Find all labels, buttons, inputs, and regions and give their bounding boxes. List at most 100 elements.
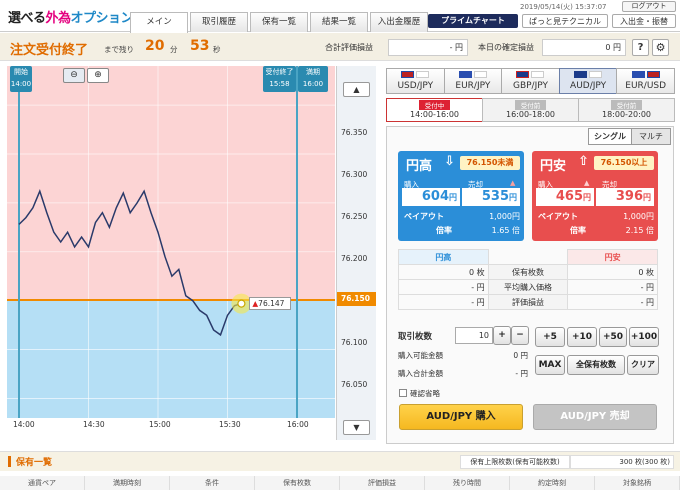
avail-label: 購入可能金額 (398, 351, 443, 360)
high-sell-price[interactable]: 535円 (462, 188, 520, 206)
single-mode-tab[interactable]: シングル (588, 128, 632, 145)
clear-button[interactable]: クリア (627, 355, 659, 375)
main-tabs: メイン 取引履歴 保有一覧 結果一覧 入出金履歴 (130, 12, 430, 33)
sell-button[interactable]: AUD/JPY 売却 (533, 404, 657, 430)
tab-holdings[interactable]: 保有一覧 (250, 12, 308, 32)
y-tick-label: 76.100 (341, 338, 368, 347)
col-header: 満期時刻 (85, 476, 170, 490)
logout-button[interactable]: ログアウト (622, 1, 676, 12)
logo-part1: 選べる (8, 11, 46, 26)
low-sell-unit: 円 (643, 193, 651, 202)
confirmed-label: 本日の確定損益 (478, 43, 534, 52)
holdings-title: 保有一覧 (16, 458, 53, 468)
add-5-button[interactable]: +5 (535, 327, 565, 347)
col-header: 通貨ペア (0, 476, 85, 490)
col-header: 条件 (170, 476, 255, 490)
all-holdings-button[interactable]: 全保有枚数 (567, 355, 625, 375)
tab-deposit-history[interactable]: 入出金履歴 (370, 12, 428, 32)
pos-cell: - 円 (398, 294, 489, 310)
col-header: 評価損益 (340, 476, 425, 490)
tab-results[interactable]: 結果一覧 (310, 12, 368, 32)
flag-jp-icon (531, 71, 545, 78)
high-buy-value: 604 (421, 189, 449, 204)
buy-button[interactable]: AUD/JPY 購入 (399, 404, 523, 430)
pos-cell: - 円 (567, 279, 658, 295)
zoom-in-button[interactable]: ⊕ (87, 68, 109, 83)
flag-jp-icon (473, 71, 487, 78)
add-50-button[interactable]: +50 (599, 327, 627, 347)
pair-eurjpy[interactable]: EUR/JPY (443, 68, 503, 94)
qty-input[interactable]: 10 (455, 327, 493, 344)
slot-3[interactable]: 受付前 18:00-20:00 (578, 98, 675, 122)
low-mult: 2.15 倍 (625, 226, 654, 235)
order-end-label: 受付終了 (265, 68, 294, 76)
zoom-in-icon: ⊕ (94, 70, 102, 80)
pair-audjpy[interactable]: AUD/JPY (558, 68, 618, 94)
high-condition: 76.150未満 (460, 156, 520, 170)
logout-label: ログアウト (631, 2, 667, 10)
minutes-unit: 分 (170, 45, 178, 54)
slot-time: 14:00-16:00 (410, 110, 459, 119)
yen-low-panel[interactable]: 円安 ⇧ 76.150以上 購入 ▲ 売却 465円 396円 ペイアウト 1,… (532, 151, 658, 241)
qty-plus-button[interactable]: + (493, 326, 511, 345)
pair-gbpjpy[interactable]: GBP/JPY (501, 68, 560, 94)
add-10-button[interactable]: +10 (567, 327, 597, 347)
low-buy-up-icon: ▲ (584, 179, 590, 187)
pair-label: EUR/JPY (455, 81, 491, 91)
remaining-minutes: 20 (145, 38, 165, 54)
tab-history[interactable]: 取引履歴 (190, 12, 248, 32)
holding-limit-value: 300 枚(300 枚) (570, 455, 674, 469)
status-bar: 注文受付終了 まで残り 20 分 53 秒 合計評価損益 - 円 本日の確定損益… (0, 33, 680, 61)
low-condition: 76.150以上 (594, 156, 654, 170)
high-zone (7, 66, 335, 300)
scroll-up-button[interactable]: ▲ (343, 82, 370, 97)
help-button[interactable]: ? (632, 39, 649, 56)
tab-main[interactable]: メイン (130, 12, 188, 33)
slot-status: 受付前 (514, 100, 547, 110)
prime-chart-button[interactable]: プライムチャート (428, 14, 518, 28)
confirm-skip-checkbox[interactable] (399, 389, 407, 397)
max-button[interactable]: MAX (535, 355, 565, 375)
high-sell-up-icon: ▲ (510, 179, 516, 187)
pos-row-label: 保有枚数 (487, 264, 569, 280)
table-row: - 円 評価損益 - 円 (398, 294, 658, 310)
pos-high-header: 円高 (398, 249, 489, 265)
pair-eurusd[interactable]: EUR/USD (616, 68, 675, 94)
expiry-time: 16:00 (302, 80, 324, 88)
technical-button[interactable]: ぱっと見テクニカル (522, 14, 608, 28)
holdings-table-header: 通貨ペア 満期時刻 条件 保有枚数 評価損益 残り時間 約定時刻 対象銘柄 (0, 476, 680, 490)
slot-time: 18:00-20:00 (602, 110, 651, 119)
pos-cell: 0 枚 (567, 264, 658, 280)
valuation-label: 合計評価損益 (325, 43, 373, 52)
low-sell-price[interactable]: 396円 (596, 188, 654, 206)
deposit-button[interactable]: 入出金・振替 (612, 14, 676, 28)
multi-mode-tab[interactable]: マルチ (631, 128, 671, 145)
zoom-out-button[interactable]: ⊖ (63, 68, 85, 83)
scroll-down-button[interactable]: ▼ (343, 420, 370, 435)
remaining-label: まで残り (104, 45, 134, 54)
pos-cell: - 円 (398, 279, 489, 295)
flag-us-icon (401, 71, 415, 78)
pair-usdjpy[interactable]: USD/JPY (386, 68, 445, 94)
flag-au-icon (574, 71, 588, 78)
pair-label: AUD/JPY (570, 81, 607, 91)
add-100-button[interactable]: +100 (629, 327, 659, 347)
high-buy-price[interactable]: 604円 (402, 188, 460, 206)
yen-high-panel[interactable]: 円高 ⇩ 76.150未満 購入 売却 ▲ 604円 535円 ペイアウト 1,… (398, 151, 524, 241)
open-time-marker: 開始 14:00 (10, 66, 32, 92)
deposit-label: 入出金・振替 (620, 17, 668, 26)
y-tick-label: 76.350 (341, 128, 368, 137)
current-datetime: 2019/05/14(火) 15:37:07 (520, 3, 607, 11)
slot-2[interactable]: 受付前 16:00-18:00 (482, 98, 579, 122)
qty-minus-button[interactable]: − (511, 326, 529, 345)
pos-low-header: 円安 (567, 249, 658, 265)
col-header: 残り時間 (425, 476, 510, 490)
settings-button[interactable]: ⚙ (652, 39, 669, 56)
chart-svg (7, 66, 335, 418)
low-zone (7, 300, 335, 418)
holdings-header: 保有一覧 保有上限枚数(保有可能枚数) 300 枚(300 枚) (0, 451, 680, 471)
up-arrow-icon: ⇧ (578, 154, 589, 169)
price-chart[interactable]: 開始 14:00 ⊖ ⊕ 受付終了 15:58 満期 16:00 ▲76.147 (7, 66, 335, 418)
slot-1[interactable]: 受付中 14:00-16:00 (386, 98, 483, 122)
low-buy-price[interactable]: 465円 (536, 188, 594, 206)
